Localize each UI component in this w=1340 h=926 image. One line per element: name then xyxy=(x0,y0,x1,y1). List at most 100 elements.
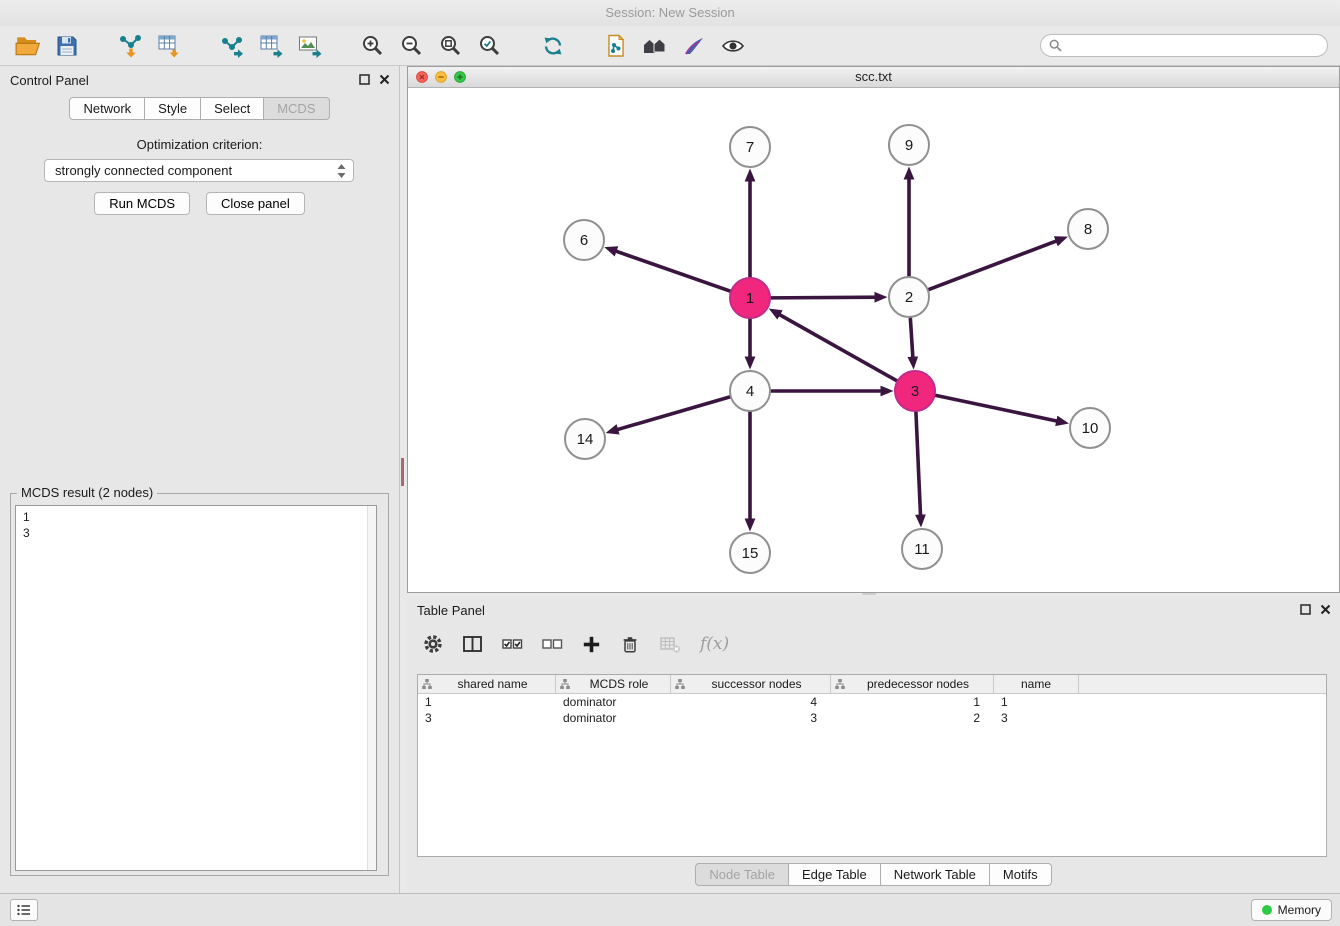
table-toolbar: f(x) xyxy=(423,626,729,662)
network-window-titlebar[interactable]: scc.txt xyxy=(408,67,1339,88)
tab-network-table[interactable]: Network Table xyxy=(881,863,990,886)
style-button[interactable] xyxy=(678,30,710,62)
table-row[interactable]: 1dominator411 xyxy=(418,694,1326,710)
clone-network-button[interactable] xyxy=(600,30,632,62)
tab-mcds[interactable]: MCDS xyxy=(264,97,329,120)
run-mcds-button[interactable]: Run MCDS xyxy=(94,192,190,215)
tab-motifs[interactable]: Motifs xyxy=(990,863,1052,886)
optimization-criterion-label: Optimization criterion: xyxy=(0,137,399,152)
save-floppy-icon xyxy=(55,34,79,58)
float-panel-icon[interactable] xyxy=(359,74,370,85)
tab-edge-table[interactable]: Edge Table xyxy=(789,863,881,886)
memory-status-dot xyxy=(1262,905,1272,915)
optimization-dropdown[interactable]: strongly connected component xyxy=(44,159,354,182)
save-session-button[interactable] xyxy=(51,30,83,62)
table-cell[interactable]: 3 xyxy=(994,710,1079,726)
table-cell[interactable]: dominator xyxy=(556,710,671,726)
table-cell[interactable]: dominator xyxy=(556,694,671,710)
export-table-button[interactable] xyxy=(255,30,287,62)
search-input[interactable] xyxy=(1067,38,1319,53)
memory-button[interactable]: Memory xyxy=(1251,899,1332,921)
table-cell[interactable]: 3 xyxy=(671,710,831,726)
graph-edge-4-14[interactable] xyxy=(612,397,731,432)
import-table-button[interactable] xyxy=(153,30,185,62)
table-cell[interactable]: 4 xyxy=(671,694,831,710)
mcds-result-box[interactable]: 13 xyxy=(15,505,377,871)
tab-select[interactable]: Select xyxy=(201,97,264,120)
mcds-result-line: 3 xyxy=(23,525,369,541)
graph-node-label: 14 xyxy=(577,431,594,448)
deselect-all-button[interactable] xyxy=(542,634,563,654)
close-table-panel-icon[interactable] xyxy=(1320,604,1331,615)
graph-node-label: 7 xyxy=(746,139,754,156)
column-header-shared-name[interactable]: shared name xyxy=(418,675,556,693)
table-panel-tabs: Node Table Edge Table Network Table Moti… xyxy=(407,863,1340,886)
table-cell[interactable]: 1 xyxy=(994,694,1079,710)
double-home-icon xyxy=(642,34,668,58)
graph-edge-2-3[interactable] xyxy=(910,317,913,363)
window-minimize-light[interactable] xyxy=(435,71,447,83)
function-builder-button[interactable]: f(x) xyxy=(700,634,729,654)
column-header-mcds-role[interactable]: MCDS role xyxy=(556,675,671,693)
gear-icon xyxy=(423,634,443,654)
zoom-in-button[interactable] xyxy=(357,30,389,62)
first-neighbors-button[interactable] xyxy=(639,30,671,62)
table-cell[interactable]: 3 xyxy=(418,710,556,726)
graph-edge-3-1[interactable] xyxy=(774,312,897,381)
tab-node-table[interactable]: Node Table xyxy=(695,863,789,886)
graph-edge-2-8[interactable] xyxy=(928,239,1062,290)
column-tree-icon xyxy=(835,679,845,689)
import-network-icon xyxy=(117,33,143,59)
tab-style[interactable]: Style xyxy=(145,97,201,120)
network-window-title: scc.txt xyxy=(855,69,892,84)
delete-column-button[interactable] xyxy=(620,634,640,655)
graph-edges-layer xyxy=(610,173,1062,525)
select-all-button[interactable] xyxy=(502,634,523,654)
table-settings-button[interactable] xyxy=(423,634,443,654)
refresh-button[interactable] xyxy=(537,30,569,62)
graph-edge-3-10[interactable] xyxy=(935,395,1063,422)
control-panel: Control Panel Network Style Select MCDS … xyxy=(0,66,400,893)
zoom-fit-button[interactable] xyxy=(435,30,467,62)
zoom-fit-icon xyxy=(439,34,463,58)
tab-network[interactable]: Network xyxy=(69,97,145,120)
graph-node-label: 9 xyxy=(905,137,913,154)
open-folder-icon xyxy=(15,34,41,58)
list-icon xyxy=(17,904,31,916)
add-column-button[interactable] xyxy=(582,635,601,654)
dropdown-stepper-icon xyxy=(336,163,347,179)
column-header-predecessor-nodes[interactable]: predecessor nodes xyxy=(831,675,994,693)
delete-table-button[interactable] xyxy=(659,635,681,654)
search-box[interactable] xyxy=(1040,34,1328,57)
float-table-panel-icon[interactable] xyxy=(1300,604,1311,615)
graph-edge-1-2[interactable] xyxy=(770,297,881,298)
close-panel-icon[interactable] xyxy=(379,74,390,85)
table-header-row: shared name MCDS role successor xyxy=(418,675,1326,694)
show-panels-button[interactable] xyxy=(10,899,38,921)
import-network-button[interactable] xyxy=(114,30,146,62)
column-header-successor-nodes[interactable]: successor nodes xyxy=(671,675,831,693)
table-row[interactable]: 3dominator323 xyxy=(418,710,1326,726)
graph-edge-1-6[interactable] xyxy=(610,249,731,291)
export-network-button[interactable] xyxy=(216,30,248,62)
zoom-selected-button[interactable] xyxy=(474,30,506,62)
result-scrollbar[interactable] xyxy=(367,506,376,870)
column-tree-icon xyxy=(560,679,570,689)
graph-edge-3-11[interactable] xyxy=(916,411,921,521)
export-image-button[interactable] xyxy=(294,30,326,62)
window-zoom-light[interactable] xyxy=(454,71,466,83)
zoom-out-button[interactable] xyxy=(396,30,428,62)
table-cell[interactable]: 1 xyxy=(831,694,994,710)
open-session-button[interactable] xyxy=(12,30,44,62)
close-panel-button[interactable]: Close panel xyxy=(206,192,305,215)
network-graph[interactable]: 7968124314101511 xyxy=(408,89,1339,593)
table-cell[interactable]: 2 xyxy=(831,710,994,726)
network-canvas[interactable]: 7968124314101511 xyxy=(408,89,1339,592)
export-image-icon xyxy=(297,33,323,59)
column-header-name[interactable]: name xyxy=(994,675,1079,693)
show-columns-button[interactable] xyxy=(462,634,483,654)
show-hide-graphics-button[interactable] xyxy=(717,30,749,62)
table-cell[interactable]: 1 xyxy=(418,694,556,710)
window-close-light[interactable] xyxy=(416,71,428,83)
vertical-splitter-handle[interactable] xyxy=(401,458,404,486)
